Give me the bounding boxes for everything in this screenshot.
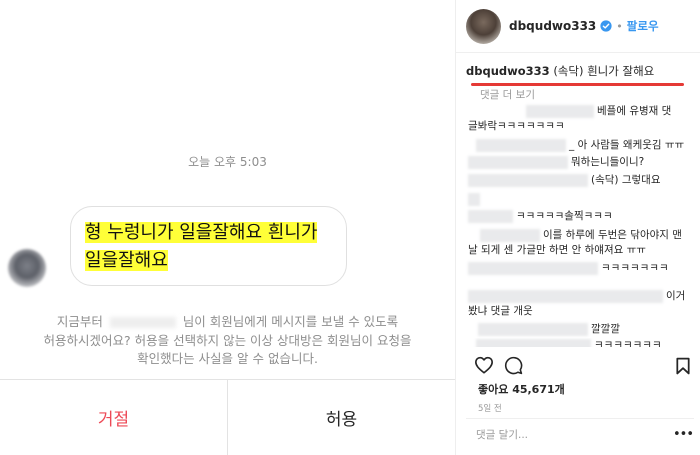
comment-text: 날 되게 센 가글만 하면 안 하얘져요 ㅠㅠ: [468, 244, 646, 256]
decline-button[interactable]: 거절: [0, 380, 228, 455]
post-header: dbqudwo333 • 팔로우: [456, 0, 700, 53]
bookmark-icon[interactable]: [676, 357, 690, 375]
blurred-commenter: [468, 192, 480, 206]
view-more-comments-link[interactable]: 댓글 더 보기: [480, 87, 535, 102]
blurred-commenter: [526, 104, 594, 118]
more-options-icon[interactable]: •••: [673, 427, 694, 442]
comment-row: 뭐하는니들이니?: [468, 155, 644, 170]
blurred-commenter: [480, 228, 540, 242]
comment-row: _ 아 사람들 왜케웃김 ㅠㅠ: [468, 138, 684, 153]
comment-text: 글봐락ㅋㅋㅋㅋㅋㅋㅋ: [468, 120, 565, 132]
post-time: 5일 전: [478, 404, 502, 414]
comment-text: (속닥) 그렇대요: [591, 174, 661, 186]
comment-text: ㅋㅋㅋㅋㅋ솔찍ㅋㅋㅋ: [516, 210, 613, 222]
comment-row: 글봐락ㅋㅋㅋㅋㅋㅋㅋ: [468, 119, 565, 134]
message-bubble: 형 누렁니가 일을잘해요 흰니가 일을잘해요: [70, 206, 347, 286]
comment-text: 깔깔깔: [591, 323, 620, 335]
blurred-commenter: [468, 209, 513, 223]
comment-row: 이를 하루에 두번은 닦아야지 맨: [468, 228, 682, 243]
verified-badge-icon: [600, 20, 612, 32]
comment-row: 깔깔깔: [468, 322, 620, 337]
notice-line1: 님이 회원님에게 메시지를 보낼 수 있도록: [182, 314, 399, 329]
comment-row: ㅋㅋㅋㅋㅋㅋㅋ: [468, 261, 669, 276]
post-actions: [474, 356, 523, 375]
comment-text: _ 아 사람들 왜케웃김 ㅠㅠ: [569, 139, 685, 151]
comment-bubble-icon[interactable]: [504, 356, 523, 375]
heart-icon[interactable]: [474, 356, 494, 374]
blurred-commenter: [478, 322, 588, 336]
comment-row: ㅋㅋㅋㅋㅋㅋㅋ: [468, 338, 662, 347]
comment-row: ㅋㅋㅋㅋㅋ솔찍ㅋㅋㅋ: [468, 209, 613, 224]
post-caption: dbqudwo333 (속닥) 흰니가 잘해요: [466, 63, 654, 79]
message-request-notice: 지금부터 님이 회원님에게 메시지를 보낼 수 있도록 허용하시겠어요? 허용을…: [18, 313, 437, 369]
comment-text: 베플에 유병재 댓: [597, 105, 672, 117]
notice-prefix: 지금부터: [56, 314, 103, 329]
blurred-username: [109, 317, 176, 328]
like-count[interactable]: 좋아요 45,671개: [478, 381, 565, 397]
comment-text: 이를 하루에 두번은 닦아야지 맨: [543, 229, 682, 241]
blurred-commenter: [468, 173, 588, 187]
notice-line3: 확인했다는 사실을 알 수 없습니다.: [137, 351, 318, 366]
notice-line2: 허용하시겠어요? 허용을 선택하지 않는 이상 상대방은 회원님이 요청을: [43, 332, 412, 348]
message-request-screen: 오늘 오후 5:03 형 누렁니가 일을잘해요 흰니가 일을잘해요 지금부터 님…: [0, 0, 455, 455]
red-underline-mark: [471, 83, 684, 86]
comment-composer: •••: [466, 418, 694, 455]
blurred-commenter: [468, 155, 568, 169]
comment-text: 뭐하는니들이니?: [571, 156, 645, 168]
caption-text: (속닥) 흰니가 잘해요: [553, 64, 655, 78]
comment-row: [468, 192, 483, 207]
comment-row: 날 되게 센 가글만 하면 안 하얘져요 ㅠㅠ: [468, 243, 646, 258]
caption-username[interactable]: dbqudwo333: [466, 64, 550, 78]
comment-text: ㅋㅋㅋㅋㅋㅋㅋ: [594, 339, 662, 347]
profile-avatar[interactable]: [466, 8, 501, 44]
sender-avatar[interactable]: [8, 249, 46, 287]
instagram-post-panel: dbqudwo333 • 팔로우 dbqudwo333 (속닥) 흰니가 잘해요…: [455, 0, 700, 455]
blurred-commenter: [468, 261, 598, 275]
blurred-commenter: [476, 338, 591, 347]
comment-row: 베플에 유병재 댓: [468, 104, 671, 119]
comment-row: 봤냐 댓글 개웃: [468, 304, 533, 319]
blurred-commenter: [476, 138, 566, 152]
request-actions: 거절 허용: [0, 379, 455, 455]
message-text: 형 누렁니가 일을잘해요 흰니가 일을잘해요: [85, 222, 318, 271]
comment-text: ㅋㅋㅋㅋㅋㅋㅋ: [601, 262, 669, 274]
follow-button[interactable]: 팔로우: [627, 18, 659, 34]
header-separator: •: [616, 19, 623, 33]
comment-input[interactable]: [476, 429, 676, 441]
blurred-commenter: [468, 289, 663, 303]
post-username[interactable]: dbqudwo333: [509, 19, 596, 33]
comment-text: 이거: [666, 290, 686, 302]
comment-text: 봤냐 댓글 개웃: [468, 305, 533, 317]
comment-row: 이거: [468, 289, 685, 304]
allow-button[interactable]: 허용: [228, 380, 455, 455]
comment-row: (속닥) 그렇대요: [468, 173, 661, 188]
message-timestamp: 오늘 오후 5:03: [188, 155, 267, 169]
